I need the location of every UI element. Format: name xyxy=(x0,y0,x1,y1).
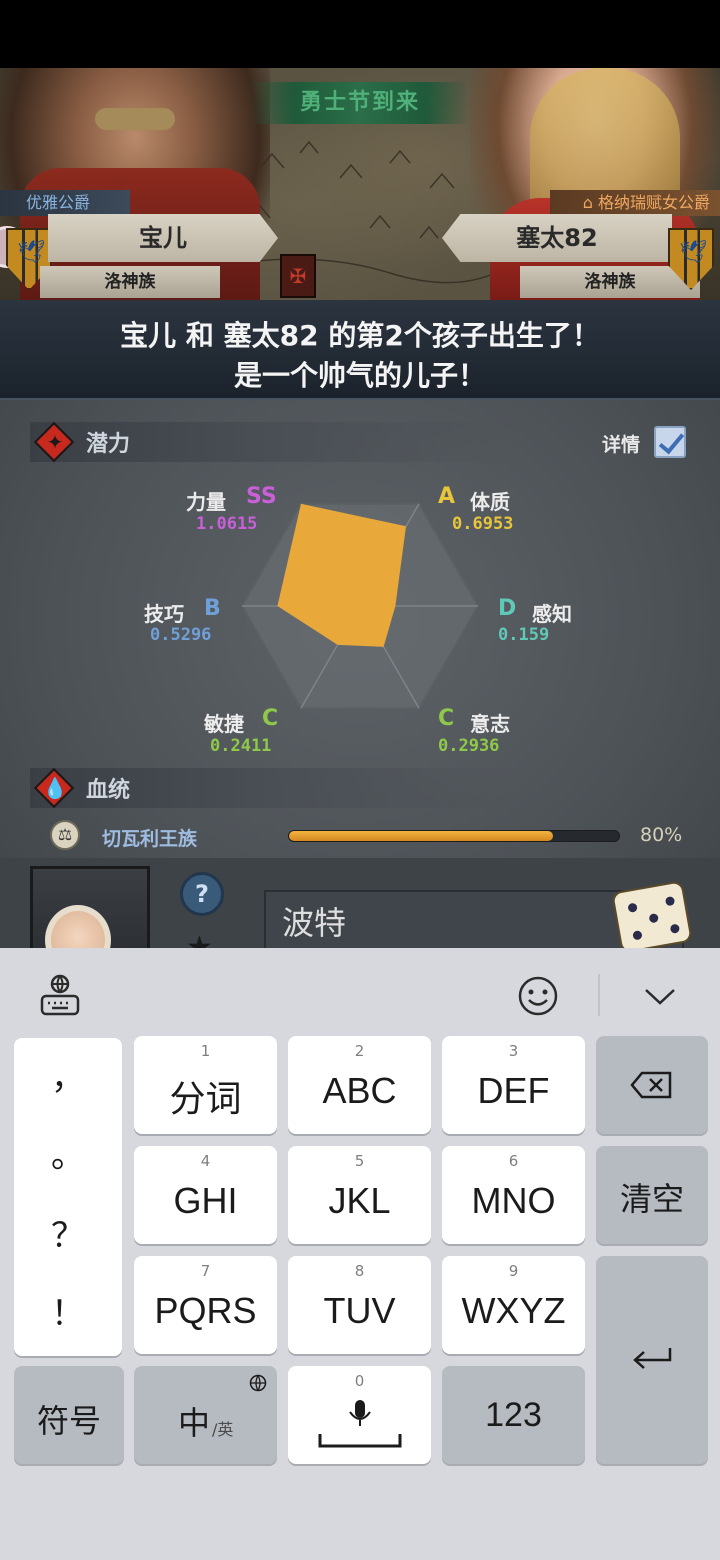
status-bar-area xyxy=(0,0,720,68)
family-emblem-icon: ✠ xyxy=(280,254,316,298)
stat-agility-value: 0.2411 xyxy=(210,736,272,756)
punctuation-column[interactable]: ， 。 ？ ！ xyxy=(14,1038,122,1356)
birth-announcement: 宝儿 和 塞太82 的第2个孩子出生了！ 是一个帅气的儿子！ xyxy=(0,300,720,400)
key-3[interactable]: 3 DEF xyxy=(442,1036,585,1134)
key-2[interactable]: 2 ABC xyxy=(288,1036,431,1134)
key-7[interactable]: 7 PQRS xyxy=(134,1256,277,1354)
blood-drop-icon: 💧 xyxy=(42,776,68,800)
stat-skill-value: 0.5296 xyxy=(150,625,212,645)
key-1[interactable]: 1 分词 xyxy=(134,1036,277,1134)
father-name: 宝儿 xyxy=(48,214,278,262)
key-4[interactable]: 4 GHI xyxy=(134,1146,277,1244)
stat-skill-grade: B xyxy=(204,596,221,621)
stat-perception-name: 感知 xyxy=(532,602,572,626)
keyboard-settings-icon[interactable] xyxy=(36,972,84,1018)
key-6[interactable]: 6 MNO xyxy=(442,1146,585,1244)
collapse-keyboard-icon[interactable] xyxy=(640,978,680,1014)
punct-comma-key[interactable]: ， xyxy=(14,1050,122,1099)
stat-skill-name: 技巧 xyxy=(144,602,184,626)
backspace-key[interactable] xyxy=(596,1036,708,1134)
help-button[interactable]: ? xyxy=(180,872,224,916)
event-banner: 勇士节到来 xyxy=(250,82,470,124)
mother-name: 塞太82 xyxy=(442,214,672,262)
numbers-key[interactable]: 123 xyxy=(442,1366,585,1464)
stat-constitution-value: 0.6953 xyxy=(452,514,514,534)
globe-icon xyxy=(249,1374,267,1392)
parents-banner: 勇士节到来 优雅公爵 ⌂ 格纳瑞赋女公爵 🕊 宝儿 洛神族 ✠ 塞太82 洛神族… xyxy=(0,68,720,300)
potential-radar-chart xyxy=(240,502,480,710)
child-portrait xyxy=(30,866,150,948)
stat-strength-grade: SS xyxy=(246,484,277,509)
stat-perception-value: 0.159 xyxy=(498,625,550,645)
backspace-icon xyxy=(630,1071,672,1099)
keyboard-toolbar xyxy=(0,948,720,1038)
clear-key[interactable]: 清空 xyxy=(596,1146,708,1244)
random-name-dice-button[interactable] xyxy=(611,880,693,948)
bloodline-title: 血统 xyxy=(86,778,131,803)
announcement-line-1: 宝儿 和 塞太82 的第2个孩子出生了！ xyxy=(120,319,600,352)
potential-icon: ✦ xyxy=(46,430,64,454)
child-stats-panel: ✦ 潜力 详情 力量 SS 1.0615 A 体质 0.6953 D 感知 0.… xyxy=(0,400,720,948)
punct-exclaim-key[interactable]: ！ xyxy=(14,1286,122,1335)
stat-willpower-value: 0.2936 xyxy=(438,736,500,756)
stat-constitution-grade: A xyxy=(438,484,456,509)
details-checkbox[interactable] xyxy=(654,426,686,458)
bloodline-name: 切瓦利王族 xyxy=(102,828,198,850)
punct-question-key[interactable]: ？ xyxy=(14,1208,122,1257)
stat-willpower-name: 意志 xyxy=(470,712,510,736)
symbols-key[interactable]: 符号 xyxy=(14,1366,124,1464)
key-5[interactable]: 5 JKL xyxy=(288,1146,431,1244)
mother-title-text: 格纳瑞赋女公爵 xyxy=(597,193,710,212)
space-key[interactable]: 0 xyxy=(288,1366,431,1464)
punct-period-key[interactable]: 。 xyxy=(14,1128,122,1177)
stat-constitution-name: 体质 xyxy=(470,490,510,514)
father-clan: 洛神族 xyxy=(40,266,220,298)
mother-clan: 洛神族 xyxy=(520,266,700,298)
star-icon: ★ xyxy=(186,930,213,948)
stat-willpower-grade: C xyxy=(438,706,455,731)
microphone-icon xyxy=(318,1400,402,1448)
potential-header: ✦ 潜力 xyxy=(30,421,510,463)
enter-icon xyxy=(633,1348,672,1369)
ime-keyboard: ， 。 ？ ！ 1 分词 2 ABC 3 DEF 4 GHI 5 JKL 6 M… xyxy=(0,948,720,1560)
potential-title: 潜力 xyxy=(86,432,131,457)
bloodline-progress-bar xyxy=(288,830,620,842)
enter-key[interactable] xyxy=(596,1256,708,1464)
mother-title: ⌂ 格纳瑞赋女公爵 xyxy=(550,190,720,216)
key-9[interactable]: 9 WXYZ xyxy=(442,1256,585,1354)
stat-agility-name: 敏捷 xyxy=(204,712,244,736)
stat-agility-grade: C xyxy=(262,706,279,731)
scales-icon: ⚖ xyxy=(50,820,80,850)
stat-perception-grade: D xyxy=(498,596,517,621)
lang-sub-label: /英 xyxy=(212,1420,234,1439)
bloodline-header: 💧 血统 xyxy=(30,767,510,809)
stat-strength-name: 力量 xyxy=(186,490,226,514)
emoji-icon[interactable] xyxy=(516,974,560,1018)
lang-main-label: 中 xyxy=(178,1404,211,1442)
bloodline-progress-fill xyxy=(289,831,553,841)
key-8[interactable]: 8 TUV xyxy=(288,1256,431,1354)
language-switch-key[interactable]: 中 /英 xyxy=(134,1366,277,1464)
stat-strength-value: 1.0615 xyxy=(196,514,258,534)
father-title: 优雅公爵 xyxy=(0,190,130,216)
details-label: 详情 xyxy=(602,434,641,456)
announcement-line-2: 是一个帅气的儿子！ xyxy=(233,359,486,392)
bloodline-percent: 80% xyxy=(640,824,683,846)
